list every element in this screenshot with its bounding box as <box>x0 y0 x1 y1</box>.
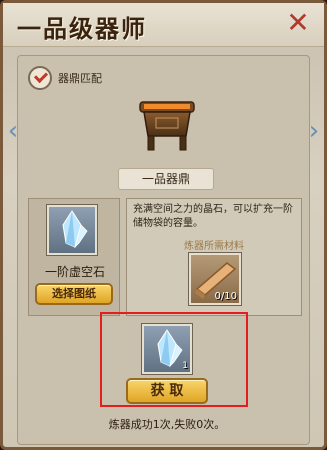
material-plank-icon[interactable]: 0/10 <box>189 253 241 305</box>
craft-status: 炼器成功1次,失败0次。 <box>108 418 226 431</box>
close-button[interactable]: ✕ <box>284 9 312 37</box>
crystal-icon[interactable] <box>47 205 97 255</box>
material-count: 0/10 <box>214 291 237 302</box>
dialog-title: 一品级器师 <box>17 14 147 43</box>
dialog-header: 一品级器师 ✕ <box>3 3 324 47</box>
item-description: 充满空间之力的晶石，可以扩充一阶储物袋的容量。 <box>133 204 293 229</box>
material-label: 炼器所需材料 <box>184 241 244 252</box>
dialog-frame: 一品级器师 ✕ 器鼎匹配 ‹ › 一品器鼎 一阶虚空石 选择图纸 充满空间之力的… <box>0 0 327 450</box>
result-count: 1 <box>182 361 188 371</box>
material-panel: 充满空间之力的晶石，可以扩充一阶储物袋的容量。 炼器所需材料 0/10 <box>126 198 302 316</box>
subheader-label: 器鼎匹配 <box>58 72 102 85</box>
check-badge-icon <box>28 66 52 90</box>
prev-arrow-button[interactable]: ‹ <box>6 116 20 146</box>
crafting-panel: 器鼎匹配 ‹ › 一品器鼎 一阶虚空石 选择图纸 充满空间之力的晶石，可以扩充一… <box>8 55 319 445</box>
next-arrow-button[interactable]: › <box>307 116 321 146</box>
crystal-shape <box>62 210 88 249</box>
obtain-button[interactable]: 获 取 <box>126 378 208 404</box>
item-name-label: 一品器鼎 <box>118 168 214 190</box>
result-crystal-icon[interactable]: 1 <box>142 324 192 374</box>
recipe-name: 一阶虚空石 <box>44 265 105 279</box>
subheader: 器鼎匹配 <box>28 66 102 90</box>
cauldron-icon <box>139 101 195 151</box>
recipe-panel: 一阶虚空石 选择图纸 <box>28 198 120 316</box>
select-blueprint-button[interactable]: 选择图纸 <box>35 283 113 305</box>
